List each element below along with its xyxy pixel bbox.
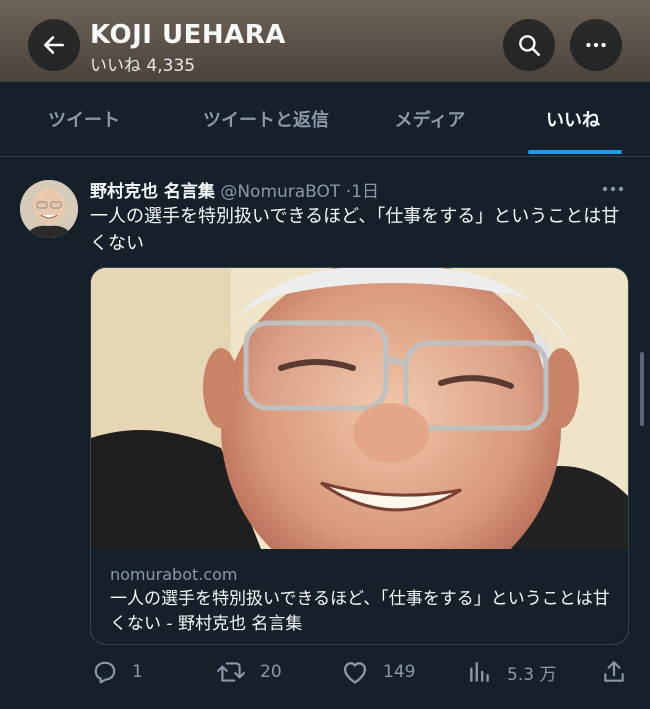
share-icon [604,661,624,682]
search-button[interactable] [503,19,555,71]
active-tab-indicator [528,150,622,154]
views-chart-icon [470,662,489,682]
tweet-actions: 1 20 149 5.3 万 [0,652,650,692]
avatar-photo [20,180,78,238]
views-button[interactable]: 5.3 万 [467,652,556,692]
back-button[interactable] [28,19,80,71]
tweet-header: 野村克也 名言集 @NomuraBOT ·1日 [90,177,379,202]
tab-likes[interactable]: いいね [496,82,650,156]
tweet-text: 一人の選手を特別扱いできるほど、「仕事をする」ということは甘くない [90,206,620,254]
reply-button[interactable]: 1 [92,652,143,692]
retweet-count: 20 [260,662,282,682]
more-horizontal-icon [586,42,606,48]
link-card[interactable]: nomurabot.com 一人の選手を特別扱いできるほど、「仕事をする」という… [90,267,629,645]
reply-count: 1 [132,662,143,682]
card-domain: nomurabot.com [110,565,238,584]
arrow-left-icon [44,36,64,54]
author-handle[interactable]: @NomuraBOT [220,182,340,202]
profile-name: KOJI UEHARA [90,20,286,50]
like-button[interactable]: 149 [341,652,415,692]
profile-header: KOJI UEHARA いいね 4,335 [0,0,650,82]
like-count: 149 [383,662,416,682]
scrollbar[interactable] [640,352,644,426]
more-horizontal-icon [602,186,624,192]
retweet-icon [217,662,245,682]
card-title: 一人の選手を特別扱いできるほど、「仕事をする」ということは甘くない - 野村克也… [110,589,610,634]
tweet-more-button[interactable] [600,178,626,205]
reply-icon [94,661,116,684]
profile-tabs: ツイート ツイートと返信 メディア いいね [0,82,650,157]
heart-icon [343,662,367,684]
more-options-button[interactable] [570,19,622,71]
retweet-button[interactable]: 20 [216,652,282,692]
search-icon [519,35,541,57]
tab-tweets-and-replies[interactable]: ツイートと返信 [168,82,364,156]
tab-media[interactable]: メディア [364,82,496,156]
tweet-time[interactable]: 1日 [351,182,379,202]
share-button[interactable] [601,652,627,692]
avatar[interactable] [20,180,78,238]
tab-tweets[interactable]: ツイート [0,82,168,156]
likes-count-label: いいね 4,335 [90,56,196,76]
view-count: 5.3 万 [507,664,557,685]
card-image [91,268,628,549]
author-name[interactable]: 野村克也 名言集 [90,182,215,202]
